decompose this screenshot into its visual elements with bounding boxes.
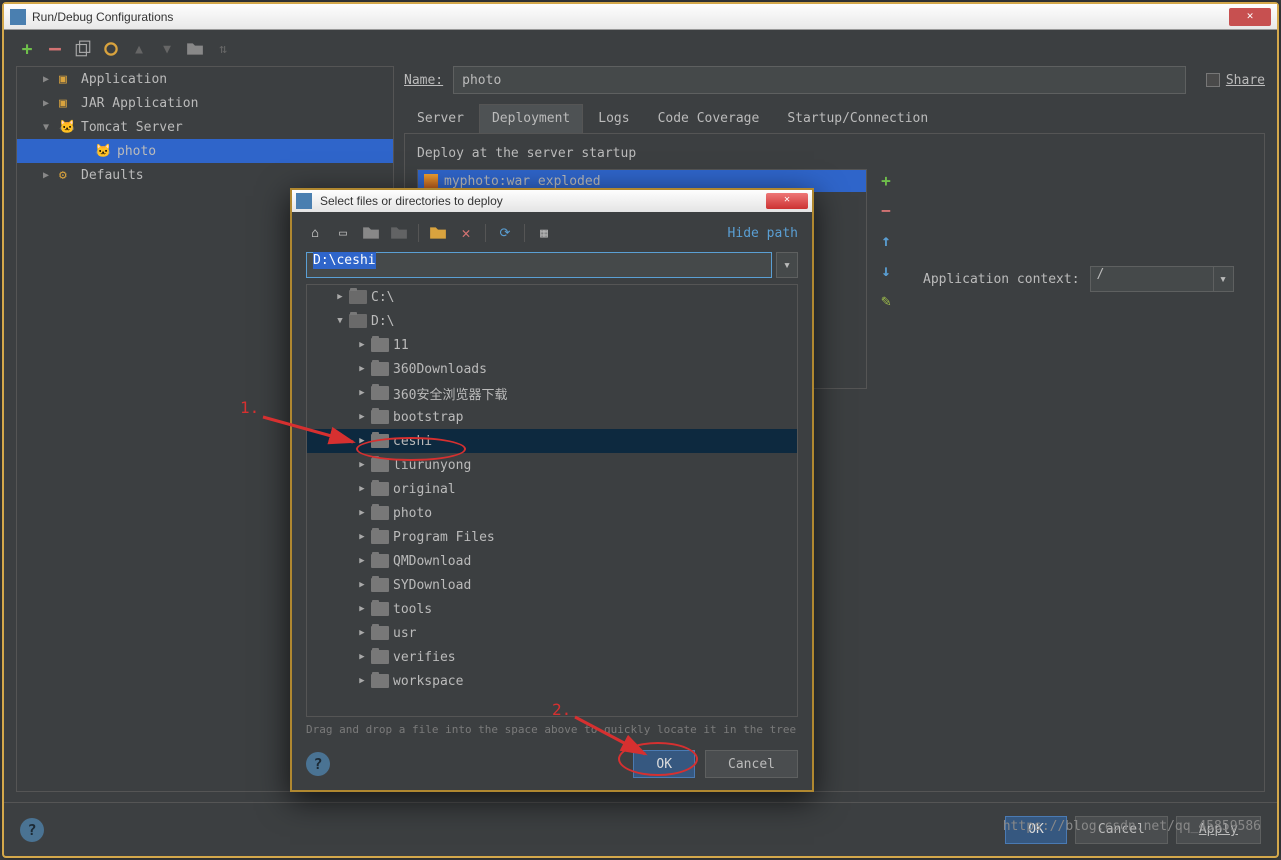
refresh-icon[interactable]: ⟳ [496,224,514,242]
name-label: Name: [404,73,443,88]
share-label: Share [1226,73,1265,88]
close-button[interactable]: ✕ [1229,8,1271,26]
app-context-label: Application context: [923,272,1080,287]
file-tree-item[interactable]: ▶bootstrap [307,405,797,429]
chevron-down-icon[interactable]: ▾ [1213,267,1233,291]
app-icon [296,193,312,209]
tab-code-coverage[interactable]: Code Coverage [645,104,773,133]
config-tree-item[interactable]: ▼🐱Tomcat Server [17,115,393,139]
add-artifact-button[interactable]: + [875,169,897,191]
inner-toolbar: ⌂ ▭ ✕ ⟳ ▦ Hide path [306,224,798,242]
titlebar[interactable]: Run/Debug Configurations ✕ [4,4,1277,30]
module-icon[interactable] [390,224,408,242]
app-icon [10,9,26,25]
share-checkbox[interactable]: Share [1206,73,1265,88]
config-tree-item[interactable]: ▶⚙Defaults [17,163,393,187]
tab-server[interactable]: Server [404,104,477,133]
drag-hint: Drag and drop a file into the space abov… [306,723,798,736]
tab-startup-connection[interactable]: Startup/Connection [774,104,941,133]
annotation-2-label: 2. [552,700,571,719]
show-hidden-icon[interactable]: ▦ [535,224,553,242]
file-tree-item[interactable]: ▼D:\ [307,309,797,333]
inner-titlebar[interactable]: Select files or directories to deploy ✕ [292,190,812,212]
main-toolbar: + − ▲ ▼ ⇅ [4,32,1277,66]
artifact-icon [424,174,438,188]
inner-cancel-button[interactable]: Cancel [705,750,798,778]
window-title: Run/Debug Configurations [32,10,1229,24]
tab-logs[interactable]: Logs [585,104,642,133]
path-input[interactable]: D:\ceshi [306,252,772,278]
annotation-1-arrow [258,412,368,452]
app-context-input[interactable]: / ▾ [1090,266,1234,292]
file-tree-item[interactable]: ▶verifies [307,645,797,669]
file-tree-item[interactable]: ▶QMDownload [307,549,797,573]
file-tree-item[interactable]: ▶SYDownload [307,573,797,597]
file-tree-item[interactable]: ▶11 [307,333,797,357]
remove-artifact-button[interactable]: − [875,199,897,221]
down-button[interactable]: ▼ [158,40,176,58]
inner-close-button[interactable]: ✕ [766,193,808,209]
file-tree-item[interactable]: ▶workspace [307,669,797,693]
desktop-icon[interactable]: ▭ [334,224,352,242]
copy-config-button[interactable] [74,40,92,58]
remove-config-button[interactable]: − [46,40,64,58]
config-tree-item[interactable]: 🐱photo [17,139,393,163]
file-tree-item[interactable]: ▶360Downloads [307,357,797,381]
folder-button[interactable] [186,40,204,58]
file-tree-item[interactable]: ▶C:\ [307,285,797,309]
file-tree-item[interactable]: ▶usr [307,621,797,645]
sort-button[interactable]: ⇅ [214,40,232,58]
project-icon[interactable] [362,224,380,242]
inner-window-title: Select files or directories to deploy [316,194,766,208]
file-tree-item[interactable]: ▶original [307,477,797,501]
help-button[interactable]: ? [20,818,44,842]
file-tree-item[interactable]: ▶Program Files [307,525,797,549]
tab-deployment[interactable]: Deployment [479,104,583,133]
hide-path-link[interactable]: Hide path [728,226,798,241]
deploy-section-label: Deploy at the server startup [417,146,1252,161]
file-tree[interactable]: ▶C:\▼D:\▶11▶360Downloads▶360安全浏览器下载▶boot… [306,284,798,717]
settings-button[interactable] [102,40,120,58]
config-tree-item[interactable]: ▶▣Application [17,67,393,91]
annotation-1-circle [356,437,466,461]
file-tree-item[interactable]: ▶tools [307,597,797,621]
file-tree-item[interactable]: ▶photo [307,501,797,525]
history-button[interactable]: ▾ [776,252,798,278]
watermark: https://blog.csdn.net/qq_45859586 [1003,819,1261,834]
file-tree-item[interactable]: ▶360安全浏览器下载 [307,381,797,405]
new-folder-icon[interactable] [429,224,447,242]
move-up-button[interactable]: ↑ [875,229,897,251]
delete-icon[interactable]: ✕ [457,224,475,242]
name-input[interactable] [453,66,1186,94]
config-tree-item[interactable]: ▶▣JAR Application [17,91,393,115]
move-down-button[interactable]: ↓ [875,259,897,281]
add-config-button[interactable]: + [18,40,36,58]
tab-bar: ServerDeploymentLogsCode CoverageStartup… [404,104,1265,134]
up-button[interactable]: ▲ [130,40,148,58]
annotation-1-label: 1. [240,398,259,417]
inner-help-button[interactable]: ? [306,752,330,776]
annotation-2-circle [618,742,698,776]
home-icon[interactable]: ⌂ [306,224,324,242]
edit-artifact-button[interactable]: ✎ [875,289,897,311]
